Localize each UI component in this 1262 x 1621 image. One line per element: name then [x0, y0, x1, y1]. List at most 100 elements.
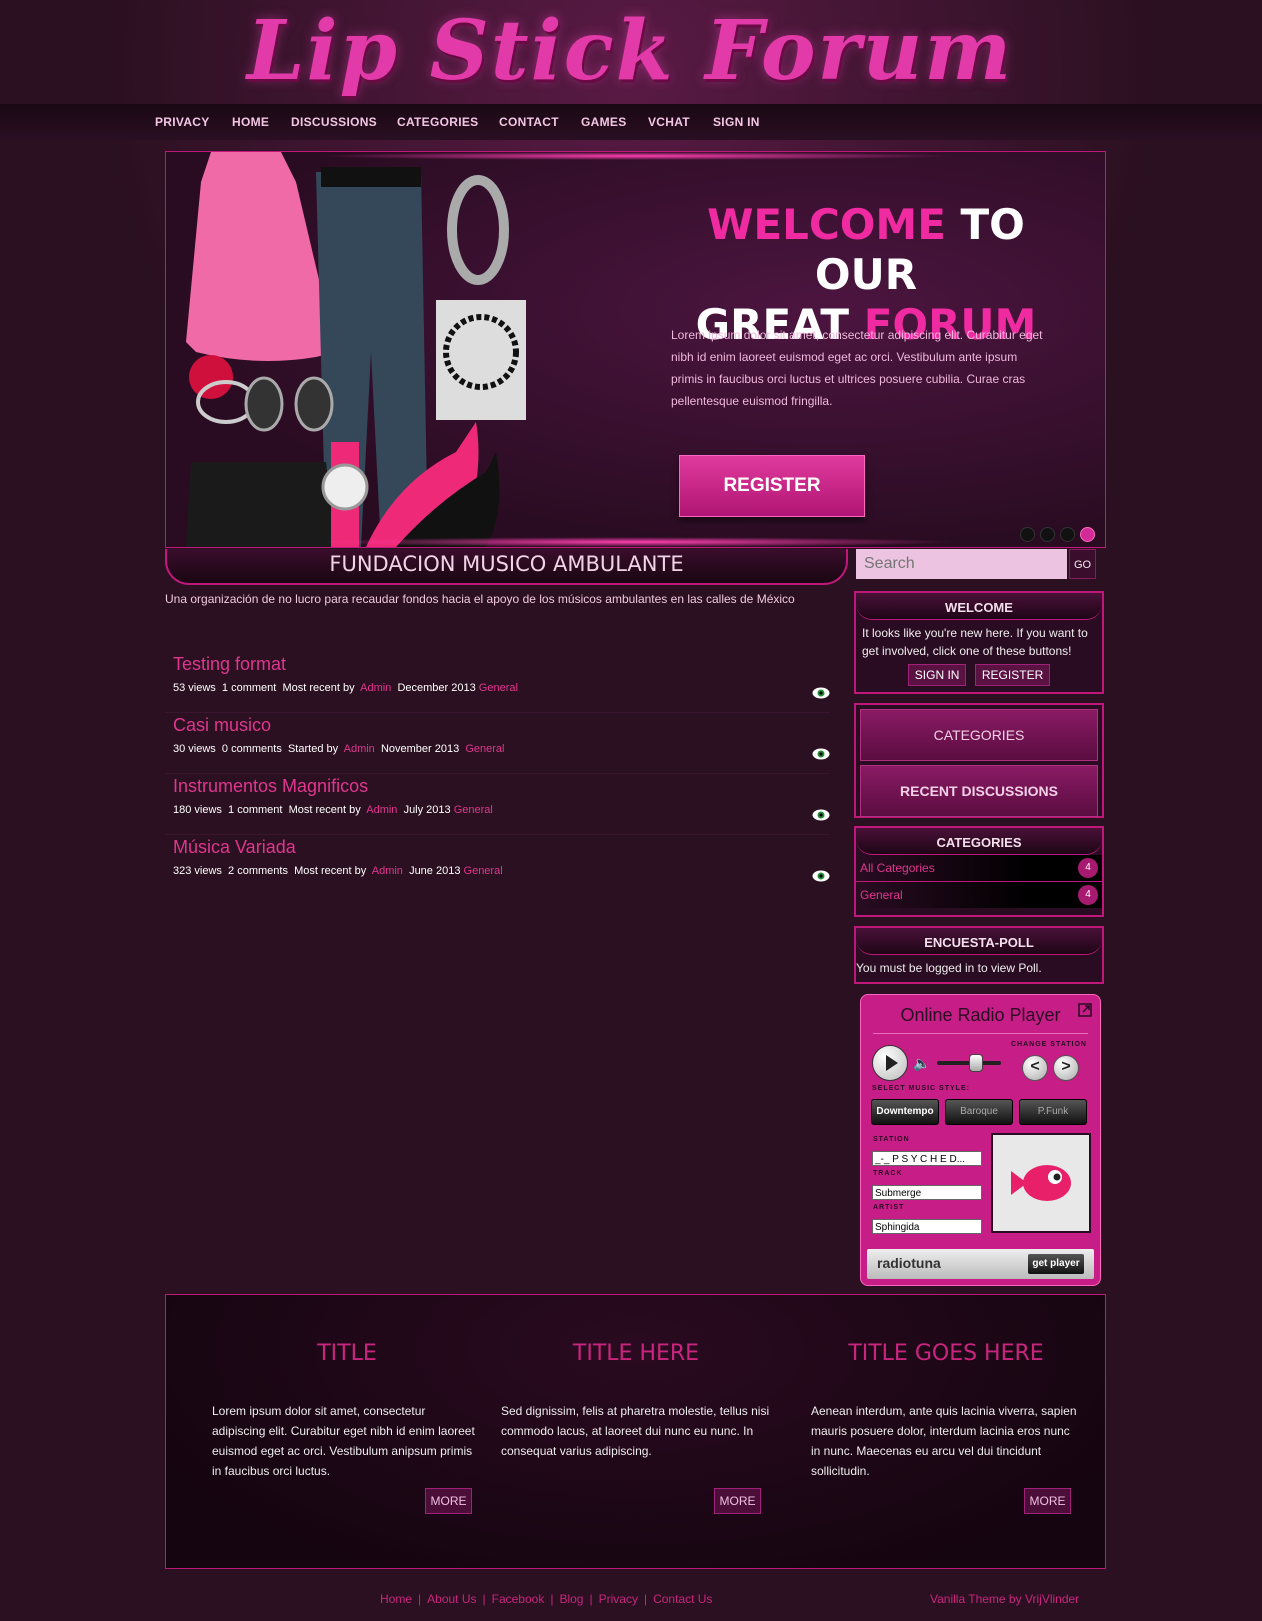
footer-link-blog[interactable]: Blog: [559, 1592, 583, 1606]
discussion-title[interactable]: Música Variada: [173, 837, 296, 858]
search-go-button[interactable]: GO: [1069, 549, 1096, 579]
sign-in-button[interactable]: SIGN IN: [907, 664, 967, 686]
category-row[interactable]: All Categories 4: [856, 855, 1102, 882]
artist-field: Sphingida: [872, 1219, 982, 1234]
discussion-user[interactable]: Admin: [366, 804, 397, 816]
play-icon[interactable]: [872, 1045, 908, 1081]
nav-sign-in[interactable]: SIGN IN: [713, 104, 760, 140]
discussion-item: Instrumentos Magnificos 180 views 1 comm…: [165, 776, 830, 835]
category-count-badge: 4: [1078, 858, 1098, 878]
discussion-category[interactable]: General: [454, 804, 493, 816]
footer-link-home[interactable]: Home: [380, 1592, 412, 1606]
discussion-meta: 53 views 1 comment Most recent by Admin …: [173, 682, 518, 694]
discussion-comments: 2 comments: [228, 865, 288, 877]
nav-contact[interactable]: CONTACT: [499, 104, 559, 140]
register-button[interactable]: REGISTER: [974, 664, 1051, 686]
search-input[interactable]: [856, 549, 1067, 579]
more-button[interactable]: MORE: [714, 1488, 761, 1514]
discussion-views: 323 views: [173, 865, 222, 877]
footer-link-facebook[interactable]: Facebook: [492, 1592, 545, 1606]
discussion-views: 180 views: [173, 804, 222, 816]
next-station-button[interactable]: >: [1053, 1055, 1079, 1081]
hero-title-welcome: WELCOME: [707, 200, 946, 249]
radio-separator: [873, 1033, 1088, 1034]
feature-text: Aenean interdum, ante quis lacinia viver…: [811, 1404, 1077, 1478]
section-title: FUNDACION MUSICO AMBULANTE: [329, 552, 684, 576]
more-button[interactable]: MORE: [1024, 1488, 1071, 1514]
category-name[interactable]: All Categories: [860, 855, 935, 881]
section-title-bar: FUNDACION MUSICO AMBULANTE: [165, 549, 848, 585]
category-name[interactable]: General: [860, 882, 903, 908]
discussion-user[interactable]: Admin: [372, 865, 403, 877]
discussion-date: July 2013: [403, 804, 451, 816]
nav-privacy[interactable]: PRIVACY: [155, 104, 210, 140]
discussion-user[interactable]: Admin: [360, 682, 391, 694]
radio-player: Online Radio Player 🔈 CHANGE STATION < >…: [860, 994, 1101, 1286]
discussion-comments: 1 comment: [221, 682, 277, 694]
category-row[interactable]: General 4: [856, 882, 1102, 908]
station-label: STATION: [873, 1136, 910, 1143]
slider-dot-4[interactable]: [1080, 527, 1095, 542]
footer-link-about[interactable]: About Us: [427, 1592, 476, 1606]
discussion-meta: 30 views 0 comments Started by Admin Nov…: [173, 743, 504, 755]
volume-slider-knob[interactable]: [969, 1054, 983, 1072]
poll-panel-title: ENCUESTA-POLL: [856, 928, 1102, 955]
style-baroque-button[interactable]: Baroque: [945, 1099, 1013, 1125]
discussion-category[interactable]: General: [464, 865, 503, 877]
nav-panel: CATEGORIES RECENT DISCUSSIONS: [854, 703, 1104, 818]
discussion-date: December 2013: [397, 682, 476, 694]
station-field: _-_ P S Y C H E D...: [872, 1151, 982, 1166]
site-logo[interactable]: Lip Stick Forum: [180, 2, 1080, 100]
radiotuna-logo[interactable]: radiotuna: [877, 1255, 941, 1271]
nav-games[interactable]: GAMES: [581, 104, 627, 140]
select-style-label: SELECT MUSIC STYLE:: [872, 1085, 970, 1092]
track-label: TRACK: [873, 1170, 903, 1177]
category-count-badge: 4: [1078, 885, 1098, 905]
discussion-comments: 0 comments: [221, 743, 282, 755]
popout-icon[interactable]: [1078, 1003, 1092, 1017]
discussion-user[interactable]: Admin: [344, 743, 375, 755]
eye-icon[interactable]: [812, 809, 830, 821]
discussion-by: Started by: [287, 743, 339, 755]
footer-link-contact[interactable]: Contact Us: [653, 1592, 712, 1606]
album-art: [991, 1133, 1091, 1233]
nav-vchat[interactable]: VCHAT: [648, 104, 690, 140]
discussion-title[interactable]: Casi musico: [173, 715, 271, 736]
discussion-item: Casi musico 30 views 0 comments Started …: [165, 715, 830, 774]
discussion-title[interactable]: Instrumentos Magnificos: [173, 776, 368, 797]
nav-home[interactable]: HOME: [232, 104, 269, 140]
discussion-title[interactable]: Testing format: [173, 654, 286, 675]
footer-links: Home | About Us | Facebook | Blog | Privacy | Cont…: [380, 1592, 713, 1606]
radio-title: Online Radio Player: [900, 1005, 1061, 1025]
slider-dot-2[interactable]: [1040, 527, 1055, 542]
more-button[interactable]: MORE: [425, 1488, 472, 1514]
categories-panel: CATEGORIES All Categories 4 General 4: [854, 826, 1104, 917]
nav-discussions[interactable]: DISCUSSIONS: [291, 104, 377, 140]
discussion-category[interactable]: General: [479, 682, 518, 694]
categories-button[interactable]: CATEGORIES: [860, 709, 1098, 761]
welcome-panel: WELCOME It looks like you're new here. I…: [854, 591, 1104, 694]
hero-register-button[interactable]: REGISTER: [679, 455, 865, 517]
style-pfunk-button[interactable]: P.Funk: [1019, 1099, 1087, 1125]
eye-icon[interactable]: [812, 870, 830, 882]
section-subtitle: Una organización de no lucro para recaud…: [165, 592, 795, 606]
nav-categories[interactable]: CATEGORIES: [397, 104, 478, 140]
theme-credit[interactable]: Vanilla Theme by VrijVlinder: [930, 1592, 1079, 1606]
discussion-date: June 2013: [409, 865, 461, 877]
change-station-label: CHANGE STATION: [1011, 1041, 1087, 1048]
radio-footer: radiotuna get player: [867, 1249, 1094, 1279]
style-downtempo-button[interactable]: Downtempo: [871, 1099, 939, 1125]
slider-dot-1[interactable]: [1020, 527, 1035, 542]
footer-link-privacy[interactable]: Privacy: [599, 1592, 638, 1606]
discussion-category[interactable]: General: [465, 743, 504, 755]
eye-icon[interactable]: [812, 748, 830, 760]
feature-title: TITLE HERE: [572, 1341, 700, 1366]
eye-icon[interactable]: [812, 687, 830, 699]
recent-discussions-button[interactable]: RECENT DISCUSSIONS: [860, 765, 1098, 817]
volume-icon[interactable]: 🔈: [913, 1055, 930, 1072]
discussion-by: Most recent by: [282, 682, 355, 694]
prev-station-button[interactable]: <: [1022, 1055, 1048, 1081]
slider-dot-3[interactable]: [1060, 527, 1075, 542]
get-player-button[interactable]: get player: [1028, 1254, 1084, 1274]
discussion-meta: 323 views 2 comments Most recent by Admi…: [173, 865, 503, 877]
